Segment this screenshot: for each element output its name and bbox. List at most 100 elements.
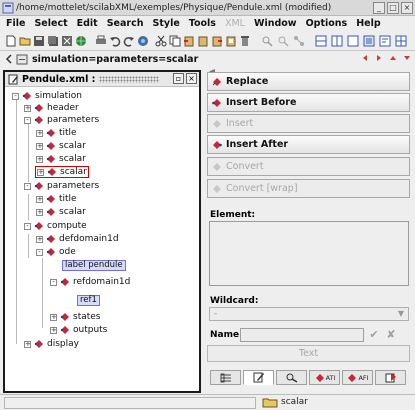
- next-arrow-icon[interactable]: [375, 54, 383, 62]
- find-icon[interactable]: [261, 35, 273, 47]
- close-button[interactable]: ×: [401, 2, 413, 14]
- expand-toggle[interactable]: +: [36, 195, 43, 203]
- collapse-toggle[interactable]: -: [24, 182, 31, 190]
- menu-help[interactable]: Help: [356, 18, 380, 29]
- collapse-toggle[interactable]: -: [24, 116, 31, 124]
- tab-tools[interactable]: [276, 370, 307, 385]
- collapse-toggle[interactable]: -: [24, 222, 31, 230]
- menu-select[interactable]: Select: [34, 18, 67, 29]
- expand-toggle[interactable]: +: [36, 235, 43, 243]
- text-node[interactable]: label pendule: [62, 260, 126, 271]
- tree-node[interactable]: + outputs: [50, 324, 107, 336]
- collapse-toggle[interactable]: -: [36, 248, 43, 256]
- find-tree-icon[interactable]: [293, 35, 305, 47]
- source-view-icon[interactable]: [379, 35, 391, 47]
- tree-node[interactable]: + scalar: [36, 153, 86, 165]
- close-file-icon[interactable]: [61, 35, 73, 47]
- tab-afi[interactable]: AFI: [342, 370, 373, 385]
- maximize-button[interactable]: □: [387, 2, 399, 14]
- collapse-toggle[interactable]: -: [12, 92, 19, 100]
- tab-attributes[interactable]: [210, 370, 241, 385]
- menu-search[interactable]: Search: [107, 18, 144, 29]
- menu-window[interactable]: Window: [254, 18, 297, 29]
- insert-after-button[interactable]: Insert After: [207, 135, 410, 154]
- insert-before-button[interactable]: Insert Before: [207, 93, 410, 112]
- split-vertical-icon[interactable]: [331, 35, 343, 47]
- name-input[interactable]: [240, 328, 364, 342]
- expand-toggle[interactable]: +: [36, 129, 43, 137]
- menu-file[interactable]: File: [6, 18, 25, 29]
- save-all-icon[interactable]: [47, 35, 59, 47]
- undo-icon[interactable]: [109, 35, 121, 47]
- expand-toggle[interactable]: +: [37, 168, 44, 176]
- tree-node[interactable]: + scalar: [36, 206, 86, 218]
- convert-wrap-button[interactable]: Convert [wrap]: [207, 179, 410, 198]
- tree-node[interactable]: - compute: [24, 220, 87, 232]
- expand-toggle[interactable]: +: [36, 155, 43, 163]
- redo-icon[interactable]: [123, 35, 135, 47]
- paste-before-icon[interactable]: [183, 35, 195, 47]
- up-arrow-icon[interactable]: [389, 54, 397, 62]
- unsplit-icon[interactable]: [347, 35, 359, 47]
- tree-node[interactable]: - parameters: [24, 180, 99, 192]
- save-icon[interactable]: [33, 35, 45, 47]
- paste-special-icon[interactable]: [225, 35, 237, 47]
- cancel-icon[interactable]: ✘: [384, 328, 398, 342]
- tab-ati[interactable]: ATI: [309, 370, 340, 385]
- tree-node[interactable]: - refdomain1d: [50, 276, 130, 288]
- tree-node[interactable]: + states: [50, 311, 101, 323]
- expand-toggle[interactable]: +: [36, 142, 43, 150]
- element-list[interactable]: [209, 221, 409, 286]
- expand-toggle[interactable]: +: [24, 104, 31, 112]
- panel-float-button[interactable]: ▫: [173, 73, 184, 84]
- paste-after-icon[interactable]: [211, 35, 223, 47]
- text-button[interactable]: Text: [207, 345, 410, 362]
- globe-search-icon[interactable]: [137, 35, 149, 47]
- find-next-icon[interactable]: [277, 35, 289, 47]
- down-arrow-icon[interactable]: [403, 54, 411, 62]
- menu-tools[interactable]: Tools: [189, 18, 216, 29]
- expand-toggle[interactable]: +: [36, 208, 43, 216]
- tree-node[interactable]: + header: [24, 102, 79, 114]
- tree-node[interactable]: + defdomain1d: [36, 233, 119, 245]
- globe-icon[interactable]: [75, 35, 87, 47]
- collapse-toggle[interactable]: -: [50, 278, 57, 286]
- tree-node[interactable]: - ode: [36, 246, 76, 258]
- cut-icon[interactable]: [155, 35, 167, 47]
- tree-view-icon[interactable]: [363, 35, 375, 47]
- insert-button[interactable]: Insert: [207, 114, 410, 133]
- open-folder-icon[interactable]: [19, 35, 31, 47]
- tree-node[interactable]: + scalar: [36, 140, 86, 152]
- convert-button[interactable]: Convert: [207, 157, 410, 176]
- checkmark-icon[interactable]: ✔: [367, 328, 381, 342]
- expand-toggle[interactable]: +: [50, 313, 57, 321]
- menu-xml[interactable]: XML: [225, 18, 245, 29]
- panel-close-button[interactable]: ×: [186, 73, 197, 84]
- menu-edit[interactable]: Edit: [77, 18, 98, 29]
- menu-style[interactable]: Style: [153, 18, 180, 29]
- tree-node[interactable]: - parameters: [24, 114, 99, 126]
- replace-button[interactable]: Replace: [207, 72, 410, 91]
- tree-node[interactable]: + title: [36, 127, 77, 139]
- tree-node[interactable]: - simulation: [12, 90, 82, 102]
- tab-export[interactable]: [375, 370, 406, 385]
- minimize-button[interactable]: _: [373, 2, 385, 14]
- delete-icon[interactable]: [239, 35, 251, 47]
- expand-toggle[interactable]: +: [50, 326, 57, 334]
- new-file-icon[interactable]: [5, 35, 17, 47]
- menu-options[interactable]: Options: [306, 18, 348, 29]
- print-icon[interactable]: [95, 35, 107, 47]
- split-horizontal-icon[interactable]: [315, 35, 327, 47]
- prev-arrow-icon[interactable]: [361, 54, 369, 62]
- grid-view-icon[interactable]: [395, 35, 407, 47]
- text-node[interactable]: ref1: [77, 295, 100, 306]
- wildcard-select[interactable]: - ▼: [209, 307, 409, 321]
- panel-grip[interactable]: [99, 75, 159, 83]
- tab-edit[interactable]: [243, 370, 274, 385]
- paste-icon[interactable]: [197, 35, 209, 47]
- tree-node-selected[interactable]: + scalar: [35, 166, 89, 178]
- expand-toggle[interactable]: +: [24, 340, 31, 348]
- copy-icon[interactable]: [169, 35, 181, 47]
- tree-node[interactable]: + title: [36, 193, 77, 205]
- back-icon[interactable]: [4, 53, 14, 65]
